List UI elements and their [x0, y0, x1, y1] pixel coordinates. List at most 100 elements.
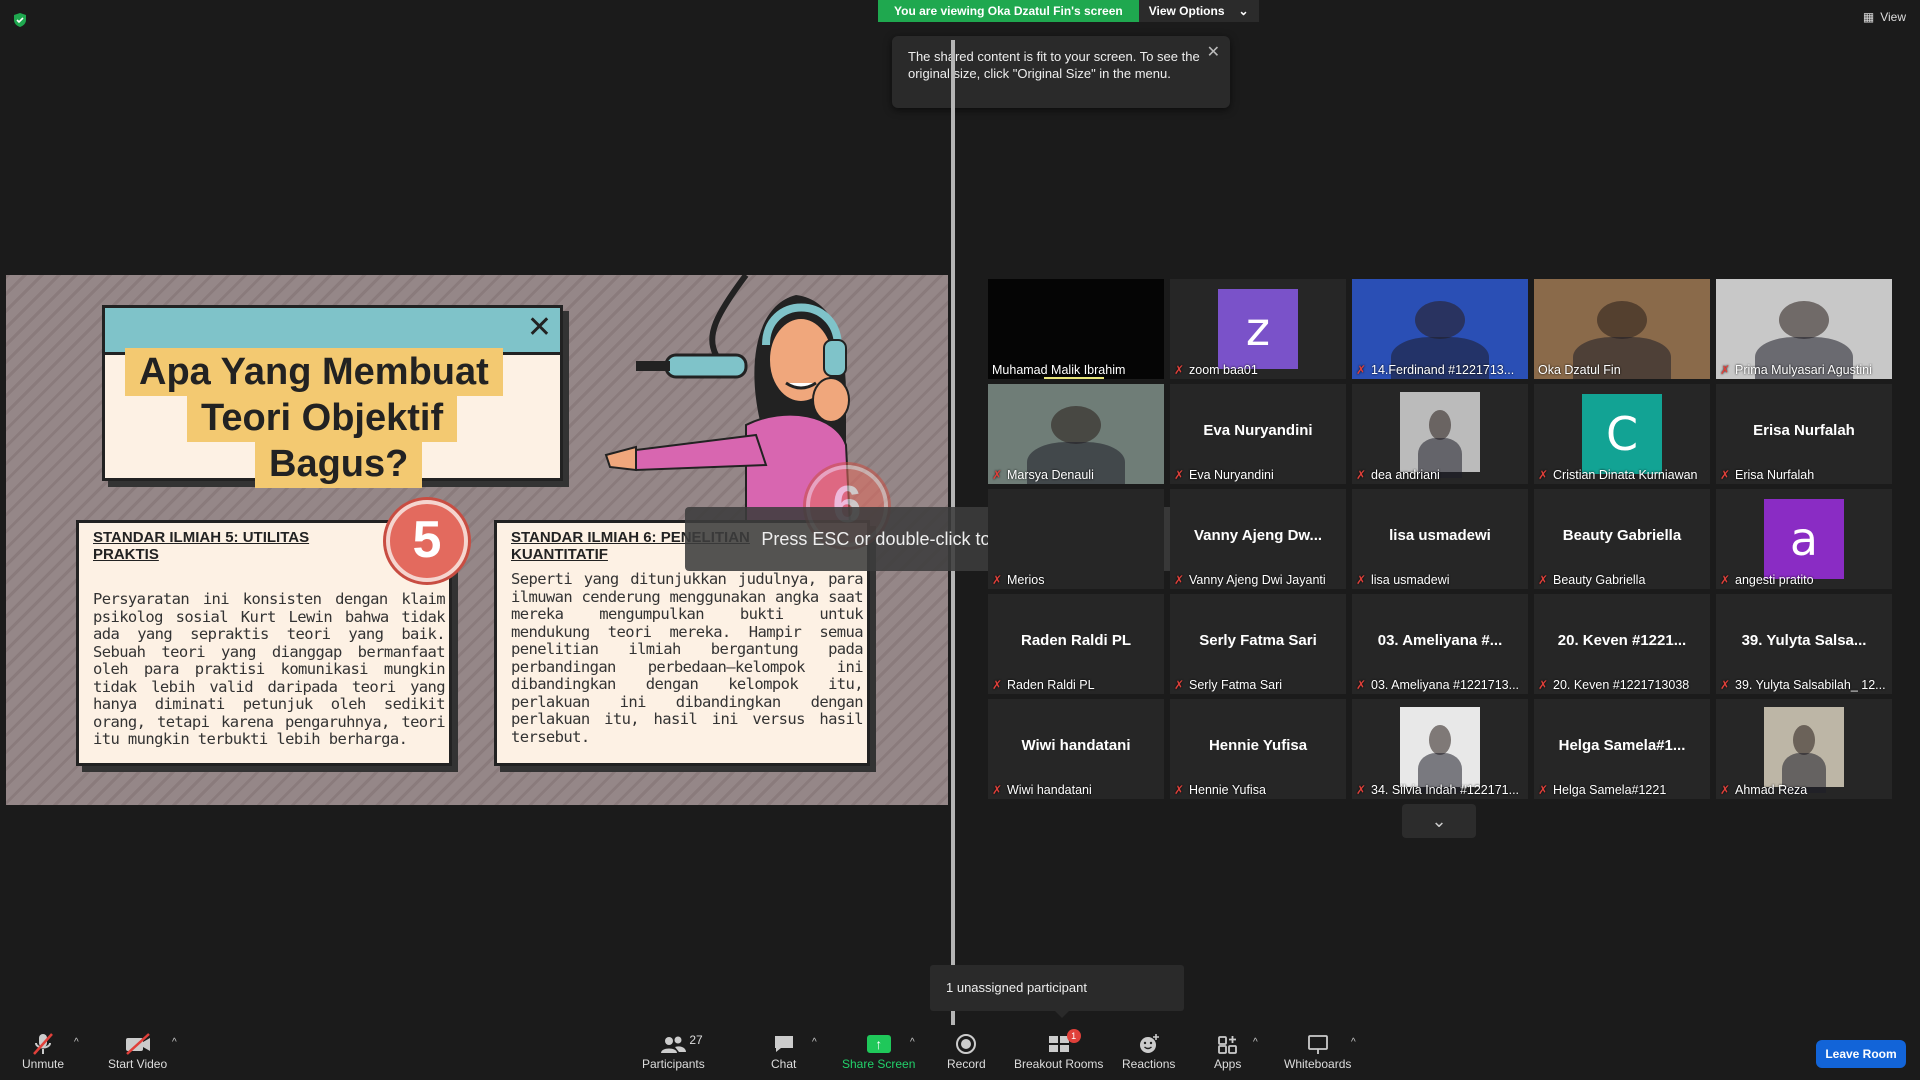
- participant-tile[interactable]: Beauty Gabriella ✗ Beauty Gabriella: [1534, 489, 1710, 589]
- participant-tile[interactable]: Wiwi handatani ✗ Wiwi handatani: [988, 699, 1164, 799]
- chevron-down-icon[interactable]: ⌄: [1402, 804, 1476, 838]
- participant-display-name: Raden Raldi PL: [1020, 632, 1132, 649]
- participant-tile[interactable]: ✗ Ahmad Reza: [1716, 699, 1892, 799]
- participant-name: Prima Mulyasari Agustini: [1735, 363, 1872, 377]
- mic-muted-icon: ✗: [1720, 678, 1731, 692]
- participant-tile[interactable]: Oka Dzatul Fin: [1534, 279, 1710, 379]
- participant-tile[interactable]: Eva Nuryandini ✗ Eva Nuryandini: [1170, 384, 1346, 484]
- record-button[interactable]: Record: [947, 1031, 986, 1071]
- whiteboards-options-caret-icon[interactable]: ^: [1351, 1037, 1356, 1048]
- view-options-button[interactable]: View Options ⌄: [1138, 0, 1259, 22]
- apps-icon: [1216, 1031, 1240, 1057]
- mic-muted-icon: ✗: [1538, 783, 1549, 797]
- participant-display-name: lisa usmadewi: [1389, 527, 1491, 544]
- participants-label: Participants: [642, 1057, 705, 1071]
- leave-room-button[interactable]: Leave Room: [1816, 1040, 1906, 1068]
- participant-avatar: z: [1218, 289, 1298, 369]
- participant-display-name: Erisa Nurfalah: [1753, 422, 1855, 439]
- participants-count: 27: [689, 1033, 703, 1047]
- participant-name: 20. Keven #1221713038: [1553, 678, 1690, 692]
- card-body: Persyaratan ini konsisten dengan klaim p…: [93, 590, 446, 748]
- participant-name-label: ✗ angesti pratito: [1720, 573, 1890, 587]
- participant-name-label: ✗ zoom baa01: [1174, 363, 1344, 377]
- mic-off-icon: [30, 1031, 56, 1057]
- participant-tile[interactable]: Helga Samela#1... ✗ Helga Samela#1221: [1534, 699, 1710, 799]
- participant-tile[interactable]: Hennie Yufisa ✗ Hennie Yufisa: [1170, 699, 1346, 799]
- participant-name: lisa usmadewi: [1371, 573, 1450, 587]
- share-screen-icon: ↑: [866, 1031, 891, 1057]
- unassigned-participant-tooltip[interactable]: 1 unassigned participant: [930, 965, 1184, 1011]
- unmute-label: Unmute: [22, 1057, 65, 1071]
- reactions-button[interactable]: Reactions: [1122, 1031, 1175, 1071]
- smiley-plus-icon: [1136, 1031, 1162, 1057]
- share-screen-button[interactable]: ↑ Share Screen: [842, 1031, 915, 1071]
- breakout-rooms-button[interactable]: 1 Breakout Rooms: [1014, 1029, 1103, 1071]
- participant-name-label: ✗ Beauty Gabriella: [1538, 573, 1708, 587]
- unmute-button[interactable]: Unmute: [22, 1031, 64, 1071]
- chevron-down-icon: ⌄: [1238, 4, 1249, 18]
- participant-video: [1764, 707, 1844, 794]
- participant-name-label: ✗ Marsya Denauli: [992, 468, 1162, 482]
- participant-name-label: ✗ 20. Keven #1221713038: [1538, 678, 1708, 692]
- meeting-toolbar: Unmute ^ Start Video ^ 27 Participants C…: [0, 1025, 1920, 1080]
- card-body: Seperti yang ditunjukkan judulnya, para …: [511, 570, 864, 746]
- chat-options-caret-icon[interactable]: ^: [812, 1037, 817, 1048]
- apps-label: Apps: [1214, 1057, 1242, 1071]
- participant-tile[interactable]: ✗ Marsya Denauli: [988, 384, 1164, 484]
- mic-muted-icon: ✗: [1174, 363, 1185, 377]
- video-off-icon: [123, 1031, 153, 1057]
- participant-name-label: ✗ Serly Fatma Sari: [1174, 678, 1344, 692]
- participant-tile[interactable]: 03. Ameliyana #... ✗ 03. Ameliyana #122171…: [1352, 594, 1528, 694]
- slide-title-box: ✕ Apa Yang Membuat Teori Objektif Bagus?: [102, 305, 563, 488]
- participant-tile[interactable]: ✗ 14.Ferdinand #1221713...: [1352, 279, 1528, 379]
- apps-options-caret-icon[interactable]: ^: [1253, 1037, 1258, 1048]
- participant-display-name: 03. Ameliyana #...: [1377, 632, 1503, 649]
- whiteboards-button[interactable]: Whiteboards: [1284, 1031, 1351, 1071]
- participant-tile[interactable]: lisa usmadewi ✗ lisa usmadewi: [1352, 489, 1528, 589]
- participant-name: Merios: [1007, 573, 1045, 587]
- start-video-button[interactable]: Start Video: [108, 1031, 167, 1071]
- participant-name: Vanny Ajeng Dwi Jayanti: [1189, 573, 1326, 587]
- participant-name: Eva Nuryandini: [1189, 468, 1274, 482]
- apps-button[interactable]: Apps: [1214, 1031, 1241, 1071]
- participant-tile[interactable]: Erisa Nurfalah ✗ Erisa Nurfalah: [1716, 384, 1892, 484]
- participant-tile[interactable]: 20. Keven #1221... ✗ 20. Keven #1221713038: [1534, 594, 1710, 694]
- participant-tile[interactable]: Vanny Ajeng Dw... ✗ Vanny Ajeng Dwi Jayant…: [1170, 489, 1346, 589]
- view-button[interactable]: ▦ View: [1863, 10, 1906, 24]
- participant-name-label: ✗ Helga Samela#1221: [1538, 783, 1708, 797]
- participant-tile[interactable]: ✗ 34. Silvia Indah #122171...: [1352, 699, 1528, 799]
- close-icon[interactable]: ✕: [1207, 42, 1220, 62]
- video-options-caret-icon[interactable]: ^: [172, 1037, 177, 1048]
- mic-muted-icon: ✗: [1356, 573, 1367, 587]
- participant-tile[interactable]: a ✗ angesti pratito: [1716, 489, 1892, 589]
- participant-name-label: ✗ dea andriani: [1356, 468, 1526, 482]
- participant-name-label: ✗ Merios: [992, 573, 1162, 587]
- share-options-caret-icon[interactable]: ^: [910, 1037, 915, 1048]
- participant-name-label: Muhamad Malik Ibrahim: [992, 363, 1162, 377]
- mic-muted-icon: ✗: [1174, 783, 1185, 797]
- participant-tile[interactable]: z ✗ zoom baa01: [1170, 279, 1346, 379]
- participant-name-label: ✗ 39. Yulyta Salsabilah_ 12...: [1720, 678, 1890, 692]
- participant-avatar: a: [1764, 499, 1844, 579]
- participant-name-label: ✗ Cristian Dinata Kurniawan: [1538, 468, 1708, 482]
- audio-options-caret-icon[interactable]: ^: [74, 1037, 79, 1048]
- participant-display-name: Helga Samela#1...: [1558, 737, 1686, 754]
- participants-button[interactable]: 27 Participants: [642, 1031, 705, 1071]
- grid-view-icon: ▦: [1862, 10, 1875, 24]
- mic-muted-icon: ✗: [1174, 468, 1185, 482]
- participant-tile[interactable]: C ✗ Cristian Dinata Kurniawan: [1534, 384, 1710, 484]
- participant-tile[interactable]: Serly Fatma Sari ✗ Serly Fatma Sari: [1170, 594, 1346, 694]
- mic-muted-icon: ✗: [1538, 468, 1549, 482]
- mic-muted-icon: ✗: [1356, 678, 1367, 692]
- participant-tile[interactable]: ✗ Prima Mulyasari Agustini: [1716, 279, 1892, 379]
- participant-name: Beauty Gabriella: [1553, 573, 1646, 587]
- participant-tile[interactable]: ✗ Merios: [988, 489, 1164, 589]
- participant-tile[interactable]: ✗ dea andriani: [1352, 384, 1528, 484]
- participant-tile[interactable]: 39. Yulyta Salsa... ✗ 39. Yulyta Salsabila…: [1716, 594, 1892, 694]
- participant-name-label: ✗ 03. Ameliyana #1221713...: [1356, 678, 1526, 692]
- chat-button[interactable]: Chat: [771, 1031, 796, 1071]
- security-shield-icon[interactable]: [12, 12, 28, 28]
- participant-name: 03. Ameliyana #1221713...: [1371, 678, 1520, 692]
- participant-tile[interactable]: Muhamad Malik Ibrahim: [988, 279, 1164, 379]
- participant-tile[interactable]: Raden Raldi PL ✗ Raden Raldi PL: [988, 594, 1164, 694]
